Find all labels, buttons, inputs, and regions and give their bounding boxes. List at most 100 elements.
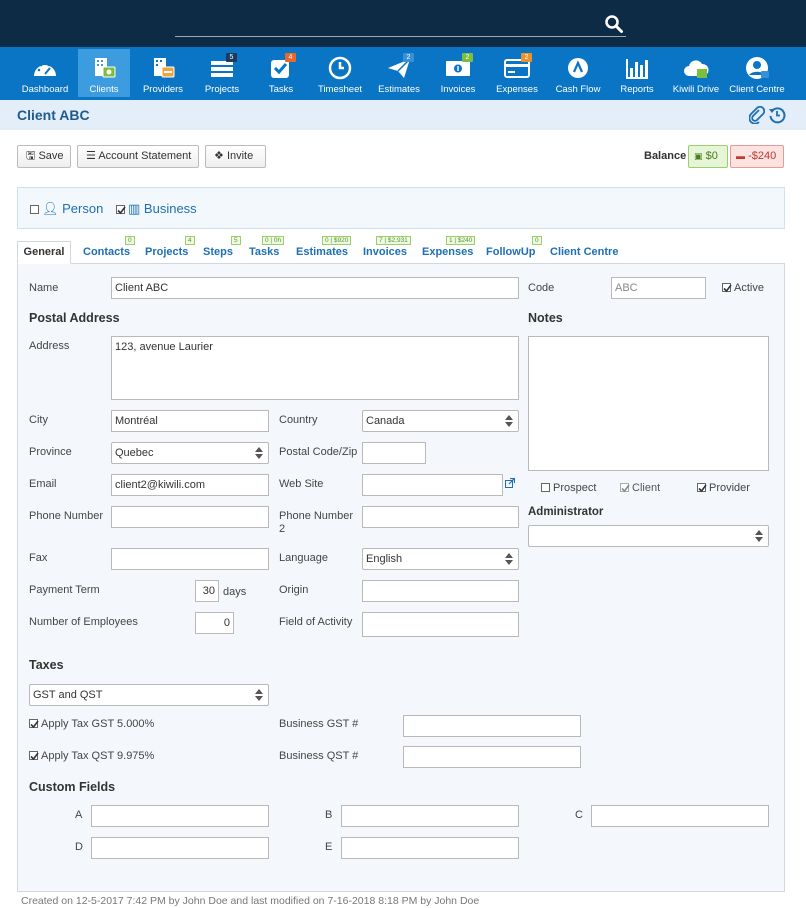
nav-timesheet[interactable]: Timesheet: [314, 49, 366, 97]
province-select[interactable]: Quebec: [111, 442, 269, 464]
nav-label: Client Centre: [729, 84, 785, 95]
apply-qst-checkbox[interactable]: Apply Tax QST 9.975%: [29, 750, 154, 762]
fax-field[interactable]: [111, 548, 269, 570]
custom-b-field[interactable]: [341, 805, 519, 827]
country-label: Country: [279, 414, 318, 426]
tab-contacts[interactable]: Contacts: [83, 246, 130, 258]
select-arrows-icon: [505, 553, 513, 565]
person-checkbox[interactable]: [30, 205, 39, 214]
client-checkbox[interactable]: Client: [620, 482, 660, 494]
business-option[interactable]: ▥ Business: [116, 201, 197, 217]
nav-tasks[interactable]: 4 Tasks: [255, 49, 307, 97]
prospect-checkbox[interactable]: Prospect: [541, 482, 596, 494]
balance-negative-value: -$240: [748, 150, 777, 162]
custom-c-label: C: [575, 809, 583, 821]
client-type-box: 👤︎ Person ▥ Business: [17, 187, 785, 229]
custom-c-field[interactable]: [591, 805, 769, 827]
tab-expenses[interactable]: Expenses: [422, 246, 473, 258]
card-icon: ▬: [736, 151, 745, 161]
tab-client-centre[interactable]: Client Centre: [550, 246, 618, 258]
nav-expenses[interactable]: 2 Expenses: [491, 49, 543, 97]
tax-scheme-select[interactable]: GST and QST: [29, 684, 269, 706]
address-field[interactable]: 123, avenue Laurier: [111, 336, 519, 400]
tab-invoices[interactable]: Invoices: [363, 246, 407, 258]
nav-providers[interactable]: Providers: [137, 49, 189, 97]
apply-qst-check[interactable]: [29, 751, 39, 761]
audit-footer: Created on 12-5-2017 7:42 PM by John Doe…: [21, 895, 480, 907]
save-button[interactable]: 🖫 Save: [17, 145, 71, 168]
tab-count: 0 | $920: [322, 236, 352, 245]
nav-label: Dashboard: [21, 84, 69, 95]
nav-dashboard[interactable]: Dashboard: [19, 49, 71, 97]
employees-field[interactable]: 0: [195, 612, 234, 634]
nav-clients[interactable]: Clients: [78, 49, 130, 97]
origin-label: Origin: [279, 584, 309, 596]
tab-count: 0: [532, 236, 542, 245]
country-select[interactable]: Canada: [362, 410, 519, 432]
account-statement-button[interactable]: ☰ Account Statement: [77, 145, 199, 168]
search-input[interactable]: [175, 36, 626, 37]
cloud-drive-icon: [684, 60, 709, 78]
postal-field[interactable]: [362, 442, 426, 464]
business-checkbox[interactable]: [116, 205, 126, 215]
select-arrows-icon: [755, 530, 763, 542]
history-icon[interactable]: [768, 106, 786, 124]
nav-badge: 2: [462, 53, 473, 62]
nav-label: Invoices: [440, 84, 476, 95]
balance-negative[interactable]: ▬ -$240: [730, 145, 784, 168]
business-qst-field[interactable]: [403, 746, 581, 768]
nav-cash-flow[interactable]: Cash Flow: [552, 49, 604, 97]
active-checkbox[interactable]: Active: [722, 282, 764, 294]
balance-positive[interactable]: ▣ $0: [688, 145, 728, 168]
client-check[interactable]: [620, 483, 630, 493]
external-link-icon[interactable]: [505, 478, 515, 488]
tab-general[interactable]: General: [17, 241, 71, 264]
origin-field[interactable]: [362, 580, 519, 602]
postal-address-title: Postal Address: [29, 311, 120, 325]
tab-followup[interactable]: FollowUp: [486, 246, 536, 258]
select-arrows-icon: [505, 415, 513, 427]
website-field[interactable]: [362, 474, 503, 496]
address-label: Address: [29, 340, 70, 352]
nav-projects[interactable]: 5 Projects: [196, 49, 248, 97]
title-actions: [748, 105, 786, 125]
administrator-select[interactable]: [528, 525, 769, 547]
providers-icon: [154, 58, 175, 78]
tab-projects[interactable]: Projects: [145, 246, 188, 258]
nav-reports[interactable]: Reports: [611, 49, 663, 97]
tab-tasks[interactable]: Tasks: [249, 246, 279, 258]
notes-field[interactable]: [528, 336, 769, 471]
custom-e-field[interactable]: [341, 837, 519, 859]
apply-gst-check[interactable]: [29, 719, 39, 729]
nav-invoices[interactable]: 2 Invoices: [432, 49, 484, 97]
active-check[interactable]: [722, 283, 732, 293]
code-field[interactable]: ABC: [611, 277, 706, 299]
tab-steps[interactable]: Steps: [203, 246, 233, 258]
provider-checkbox[interactable]: Provider: [697, 482, 750, 494]
search-icon[interactable]: [604, 14, 624, 34]
name-field[interactable]: Client ABC: [111, 277, 519, 299]
nav-estimates[interactable]: 2 Estimates: [373, 49, 425, 97]
business-gst-label: Business GST #: [279, 718, 359, 730]
city-field[interactable]: Montréal: [111, 410, 269, 432]
paperclip-icon[interactable]: [748, 105, 766, 125]
phone2-field[interactable]: [362, 506, 519, 528]
apply-gst-checkbox[interactable]: Apply Tax GST 5.000%: [29, 718, 154, 730]
custom-a-field[interactable]: [91, 805, 269, 827]
provider-check[interactable]: [697, 483, 707, 493]
nav-kiwili-drive[interactable]: Kiwili Drive: [670, 49, 722, 97]
payment-term-field[interactable]: 30: [195, 580, 219, 602]
business-gst-field[interactable]: [403, 715, 581, 737]
email-field[interactable]: client2@kiwili.com: [111, 474, 269, 496]
tab-estimates[interactable]: Estimates: [296, 246, 348, 258]
custom-d-field[interactable]: [91, 837, 269, 859]
language-select[interactable]: English: [362, 548, 519, 570]
tab-count: 1 | $240: [446, 236, 476, 245]
prospect-check[interactable]: [541, 483, 550, 492]
phone-field[interactable]: [111, 506, 269, 528]
invite-button[interactable]: ❖ Invite: [205, 145, 266, 168]
activity-field[interactable]: [362, 612, 519, 637]
nav-client-centre[interactable]: Client Centre: [729, 49, 785, 97]
timesheet-icon: [328, 56, 352, 80]
person-option[interactable]: 👤︎ Person: [30, 201, 103, 217]
